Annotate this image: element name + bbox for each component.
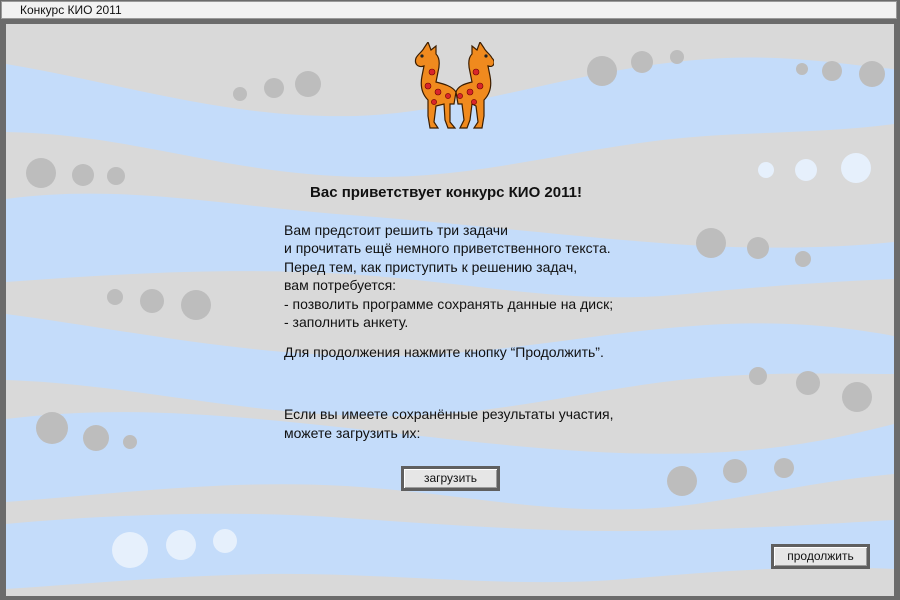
welcome-heading: Вас приветствует конкурс КИО 2011! bbox=[310, 184, 582, 201]
title-bar: Конкурс КИО 2011 bbox=[1, 1, 897, 19]
main-panel: Вас приветствует конкурс КИО 2011! Вам п… bbox=[6, 24, 894, 596]
welcome-line: - заполнить анкету. bbox=[284, 314, 409, 331]
load-button[interactable]: загрузить bbox=[401, 466, 500, 491]
continue-hint: Для продолжения нажмите кнопку “Продолжи… bbox=[284, 344, 604, 360]
welcome-line: и прочитать ещё немного приветственного … bbox=[284, 240, 611, 257]
welcome-content: Вас приветствует конкурс КИО 2011! Вам п… bbox=[6, 24, 894, 596]
welcome-line: Перед тем, как приступить к решению зада… bbox=[284, 258, 578, 275]
continue-button[interactable]: продолжить bbox=[771, 544, 870, 569]
app-window: Конкурс КИО 2011 Вас приветствует конкур… bbox=[0, 0, 900, 600]
welcome-line: Вам предстоит решить три задачи bbox=[284, 222, 508, 238]
welcome-line: вам потребуется: bbox=[284, 277, 397, 294]
load-instructions: Если вы имеете сохранённые результаты уч… bbox=[284, 405, 613, 443]
welcome-line: - позволить программе сохранять данные н… bbox=[284, 295, 614, 312]
welcome-paragraph: Вам предстоит решить три задачи и прочит… bbox=[284, 221, 704, 331]
load-line: можете загрузить их: bbox=[284, 425, 421, 441]
load-line: Если вы имеете сохранённые результаты уч… bbox=[284, 406, 614, 422]
window-title: Конкурс КИО 2011 bbox=[20, 3, 122, 17]
